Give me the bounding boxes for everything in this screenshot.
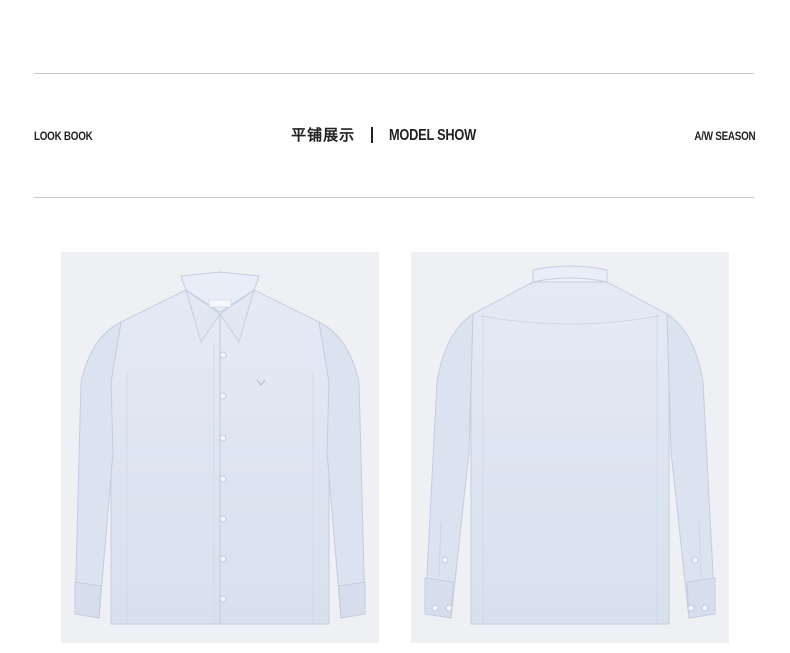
shirt-front-photo: [61, 252, 379, 643]
shirt-back-photo: [411, 252, 729, 643]
season-label: A/W SEASON: [694, 129, 755, 143]
title-separator: [371, 127, 374, 143]
top-divider: [34, 73, 754, 74]
shirt-back-icon: [424, 265, 716, 625]
section-title: 平铺展示 MODEL SHOW: [34, 124, 755, 145]
bottom-divider: [34, 197, 754, 198]
section-title-cn: 平铺展示: [291, 127, 356, 144]
shirt-front-icon: [74, 271, 366, 625]
section-banner: LOOK BOOK 平铺展示 MODEL SHOW A/W SEASON: [34, 120, 755, 154]
section-title-en: MODEL SHOW: [389, 127, 477, 144]
